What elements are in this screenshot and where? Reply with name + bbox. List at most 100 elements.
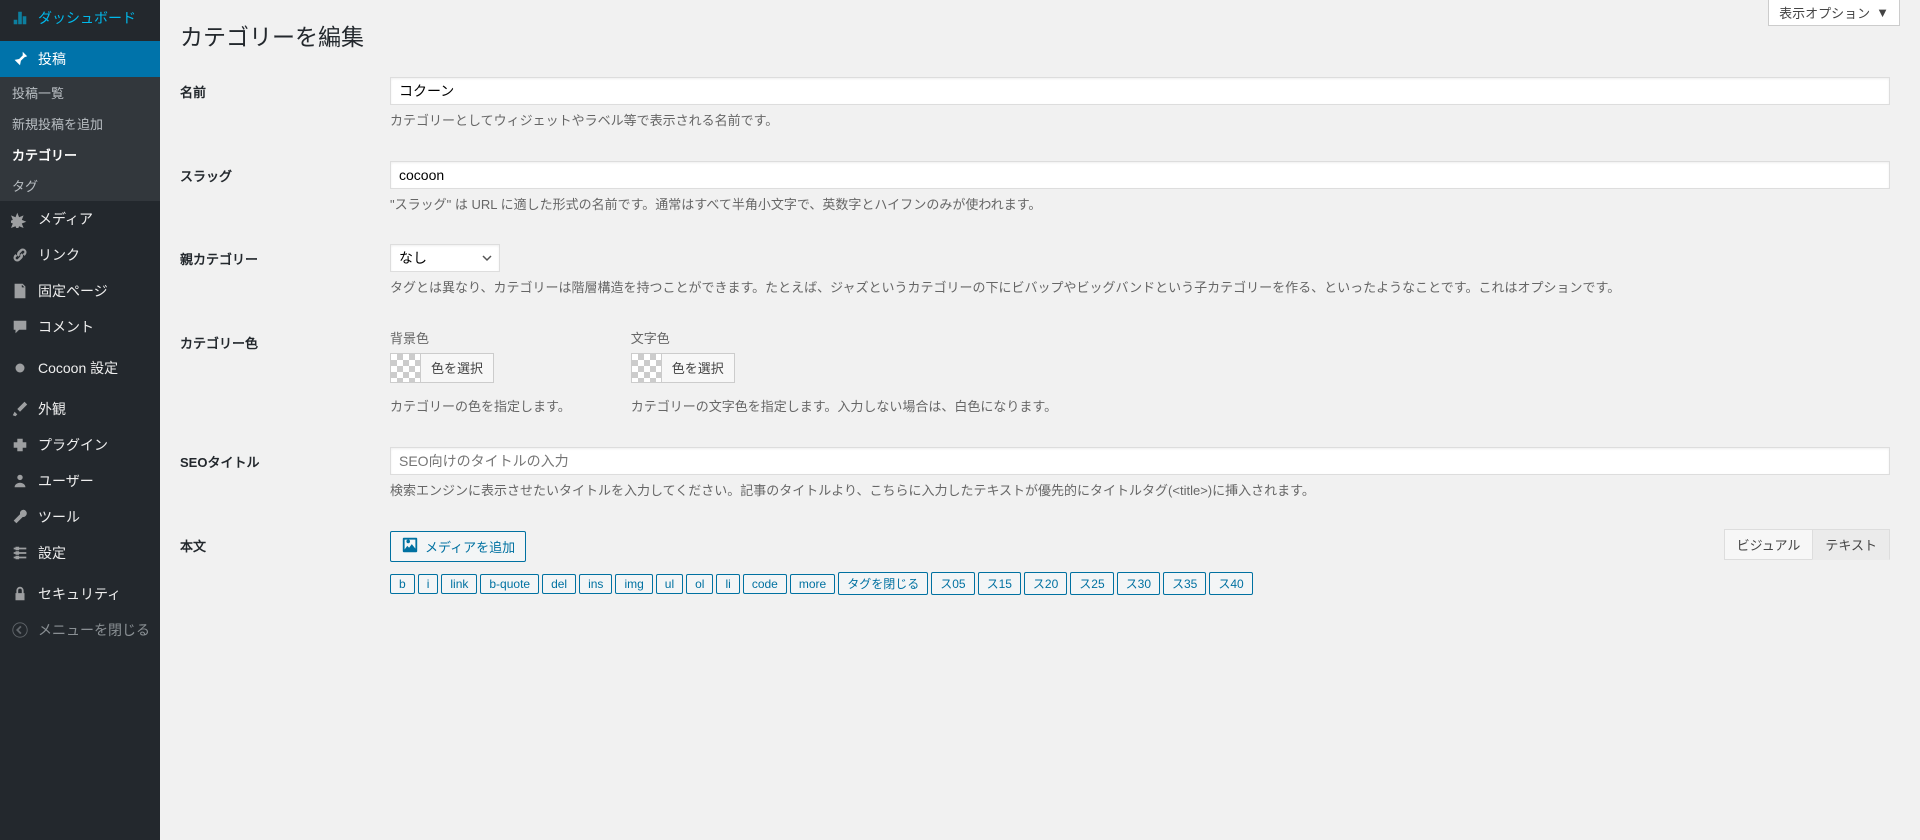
quicktag-button[interactable]: li — [716, 574, 739, 594]
quicktag-button[interactable]: code — [743, 574, 787, 594]
checker-swatch-icon — [391, 354, 421, 382]
name-input[interactable] — [390, 77, 1890, 105]
tab-visual[interactable]: ビジュアル — [1724, 529, 1814, 560]
main-content: 表示オプション ▼ カテゴリーを編集 名前 カテゴリーとしてウィジェットやラベル… — [160, 0, 1920, 840]
field-label-color: カテゴリー色 — [180, 313, 380, 433]
tab-text[interactable]: テキスト — [1812, 529, 1890, 560]
add-media-label: メディアを追加 — [425, 537, 515, 556]
sidebar-subitem-tags[interactable]: タグ — [0, 170, 160, 201]
color-picker-text: 色を選択 — [421, 358, 493, 377]
sidebar-item-pages[interactable]: 固定ページ — [0, 273, 160, 309]
sidebar-item-users[interactable]: ユーザー — [0, 463, 160, 499]
quicktag-button[interactable]: ス35 — [1163, 572, 1206, 595]
sidebar-label: セキュリティ — [38, 584, 121, 604]
quicktag-button[interactable]: ス20 — [1024, 572, 1067, 595]
quicktag-button[interactable]: ス25 — [1070, 572, 1113, 595]
field-label-seo-title: SEOタイトル — [180, 432, 380, 516]
parent-select[interactable]: なし — [390, 244, 500, 272]
cocoon-icon — [10, 359, 30, 377]
sidebar-item-settings[interactable]: 設定 — [0, 535, 160, 571]
quicktag-button[interactable]: del — [542, 574, 576, 594]
collapse-icon — [10, 621, 30, 639]
quicktag-button[interactable]: ul — [656, 574, 683, 594]
user-icon — [10, 472, 30, 490]
quicktag-button[interactable]: ス15 — [978, 572, 1021, 595]
sidebar-item-cocoon[interactable]: Cocoon 設定 — [0, 350, 160, 386]
quicktag-button[interactable]: ス30 — [1117, 572, 1160, 595]
sidebar-subitem-new-post[interactable]: 新規投稿を追加 — [0, 108, 160, 139]
slug-description: "スラッグ" は URL に適した形式の名前です。通常はすべて半角小文字で、英数… — [390, 195, 1890, 215]
sidebar-item-tools[interactable]: ツール — [0, 499, 160, 535]
sidebar-label: プラグイン — [38, 435, 108, 455]
screen-options-label: 表示オプション — [1779, 3, 1870, 22]
sidebar-label: リンク — [38, 245, 80, 265]
add-media-button[interactable]: メディアを追加 — [390, 531, 526, 562]
dashboard-icon — [10, 9, 30, 27]
quicktag-button[interactable]: link — [441, 574, 477, 594]
sidebar-item-appearance[interactable]: 外観 — [0, 391, 160, 427]
page-title: カテゴリーを編集 — [180, 0, 1900, 62]
fg-color-label: 文字色 — [631, 328, 1057, 347]
chevron-down-icon: ▼ — [1876, 5, 1889, 20]
media-icon — [10, 210, 30, 228]
sidebar-label: 固定ページ — [38, 281, 108, 301]
fg-color-description: カテゴリーの文字色を指定します。入力しない場合は、白色になります。 — [631, 397, 1057, 418]
quicktag-button[interactable]: ins — [579, 574, 612, 594]
bg-color-description: カテゴリーの色を指定します。 — [390, 397, 571, 418]
lock-icon — [10, 585, 30, 603]
color-picker-text: 色を選択 — [662, 358, 734, 377]
quicktag-button[interactable]: ス40 — [1209, 572, 1252, 595]
sidebar-label: メディア — [38, 209, 93, 229]
plugin-icon — [10, 436, 30, 454]
sidebar-label: コメント — [38, 317, 94, 337]
fg-color-picker[interactable]: 色を選択 — [631, 353, 735, 383]
sidebar-label: 投稿 — [38, 49, 66, 69]
quicktag-button[interactable]: タグを閉じる — [838, 572, 928, 595]
sidebar-label: Cocoon 設定 — [38, 358, 118, 378]
link-icon — [10, 246, 30, 264]
seo-title-description: 検索エンジンに表示させたいタイトルを入力してください。記事のタイトルより、こちら… — [390, 481, 1890, 501]
field-label-slug: スラッグ — [180, 146, 380, 230]
settings-icon — [10, 544, 30, 562]
sidebar-item-posts[interactable]: 投稿 — [0, 41, 160, 77]
sidebar-label: ダッシュボード — [38, 8, 136, 28]
quicktag-button[interactable]: ス05 — [931, 572, 974, 595]
media-icon — [401, 536, 419, 557]
sidebar-item-dashboard[interactable]: ダッシュボード — [0, 0, 160, 36]
quicktag-button[interactable]: i — [418, 574, 439, 594]
sidebar-collapse[interactable]: メニューを閉じる — [0, 612, 160, 648]
quicktag-button[interactable]: b-quote — [480, 574, 539, 594]
parent-description: タグとは異なり、カテゴリーは階層構造を持つことができます。たとえば、ジャズという… — [390, 278, 1890, 298]
sidebar-item-security[interactable]: セキュリティ — [0, 576, 160, 612]
sidebar-item-media[interactable]: メディア — [0, 201, 160, 237]
field-label-parent: 親カテゴリー — [180, 229, 380, 313]
seo-title-input[interactable] — [390, 447, 1890, 475]
sidebar-item-plugins[interactable]: プラグイン — [0, 427, 160, 463]
sidebar-label: ツール — [38, 507, 80, 527]
page-icon — [10, 282, 30, 300]
checker-swatch-icon — [632, 354, 662, 382]
bg-color-picker[interactable]: 色を選択 — [390, 353, 494, 383]
field-label-content: 本文 — [180, 516, 380, 610]
quicktag-button[interactable]: img — [615, 574, 652, 594]
quicktag-button[interactable]: more — [790, 574, 835, 594]
wrench-icon — [10, 508, 30, 526]
screen-options-toggle[interactable]: 表示オプション ▼ — [1768, 0, 1900, 26]
bg-color-label: 背景色 — [390, 328, 571, 347]
quicktags-toolbar: bilinkb-quotedelinsimgulollicodemoreタグを閉… — [390, 572, 1890, 595]
brush-icon — [10, 400, 30, 418]
sidebar-subitem-all-posts[interactable]: 投稿一覧 — [0, 77, 160, 108]
quicktag-button[interactable]: ol — [686, 574, 713, 594]
pin-icon — [10, 50, 30, 68]
comment-icon — [10, 318, 30, 336]
sidebar-label: 外観 — [38, 399, 66, 419]
admin-sidebar: ダッシュボード 投稿 投稿一覧 新規投稿を追加 カテゴリー タグ メディア リン… — [0, 0, 160, 840]
sidebar-subitem-categories[interactable]: カテゴリー — [0, 139, 160, 170]
quicktag-button[interactable]: b — [390, 574, 415, 594]
sidebar-item-links[interactable]: リンク — [0, 237, 160, 273]
sidebar-item-comments[interactable]: コメント — [0, 309, 160, 345]
sidebar-label: ユーザー — [38, 471, 94, 491]
slug-input[interactable] — [390, 161, 1890, 189]
field-label-name: 名前 — [180, 62, 380, 146]
name-description: カテゴリーとしてウィジェットやラベル等で表示される名前です。 — [390, 111, 1890, 131]
